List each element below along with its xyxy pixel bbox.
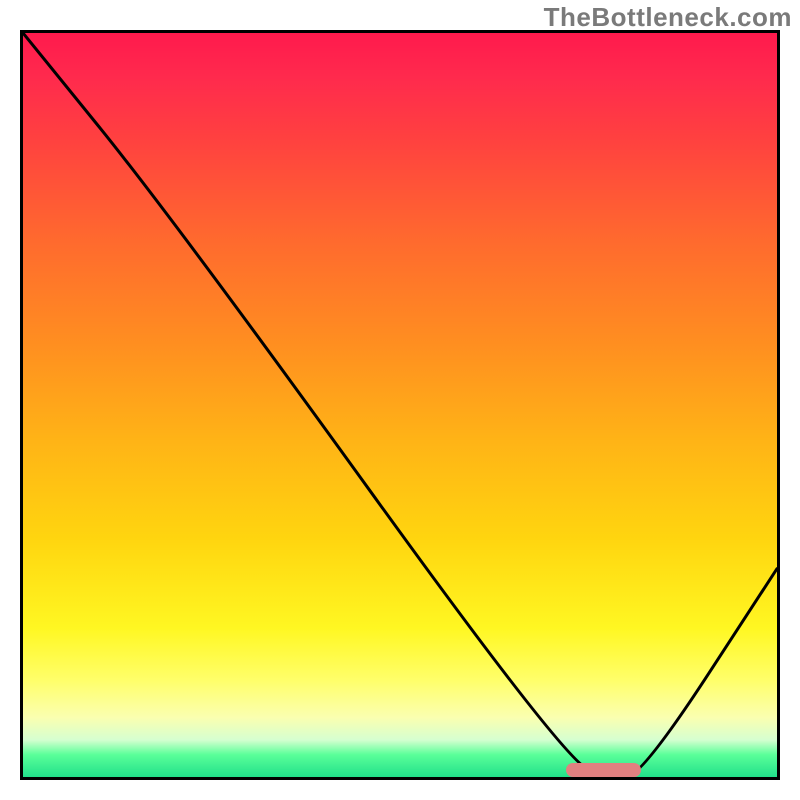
plot-area [20,30,780,780]
optimum-marker [566,763,641,777]
chart-frame: TheBottleneck.com [0,0,800,800]
bottleneck-curve [23,33,777,777]
curve-path [23,33,777,777]
watermark-text: TheBottleneck.com [544,2,792,33]
